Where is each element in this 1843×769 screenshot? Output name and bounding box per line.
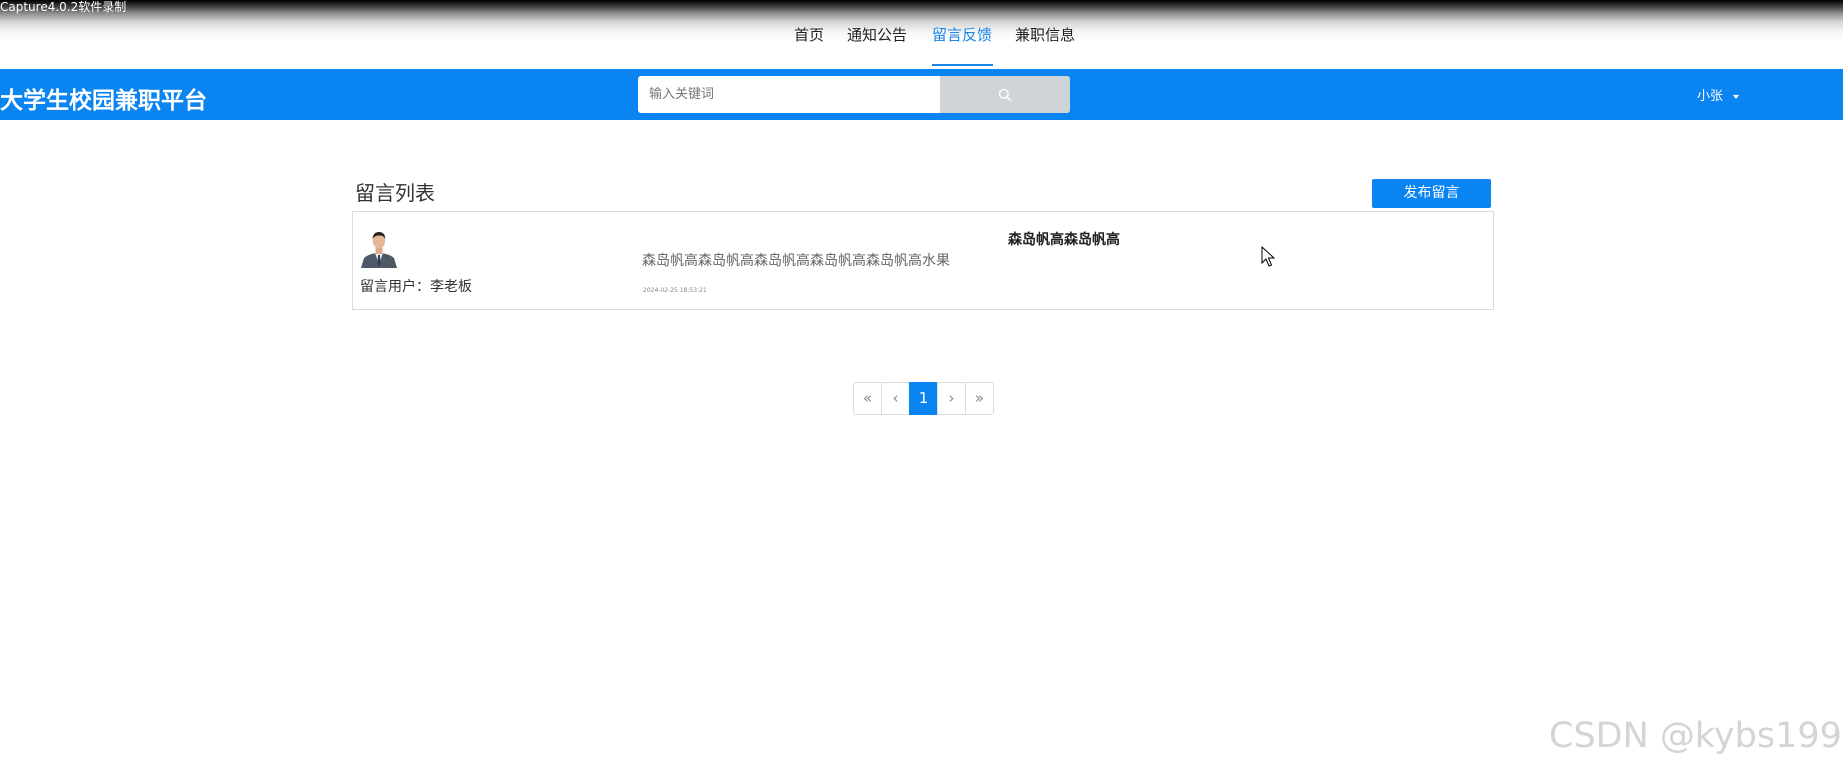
search-button[interactable] (940, 76, 1070, 113)
message-content: 森岛帆高森岛帆高森岛帆高森岛帆高森岛帆高水果 (642, 253, 950, 269)
nav-item-feedback[interactable]: 留言反馈 (932, 24, 992, 45)
user-avatar-photo (359, 228, 399, 268)
user-name: 小张 (1697, 89, 1724, 104)
nav-active-indicator (932, 64, 993, 66)
nav-item-notices[interactable]: 通知公告 (847, 24, 907, 45)
pagination: « ‹ 1 › » (853, 382, 994, 415)
message-title: 森岛帆高森岛帆高 (1008, 232, 1120, 248)
nav-item-parttime[interactable]: 兼职信息 (1015, 24, 1075, 45)
top-header: Capture4.0.2软件录制 首页 通知公告 留言反馈 兼职信息 (0, 0, 1843, 69)
caret-down-icon (1733, 94, 1740, 99)
search-icon (998, 88, 1012, 102)
current-page-button[interactable]: 1 (909, 382, 938, 415)
nav-item-home[interactable]: 首页 (794, 24, 824, 45)
site-title: 大学生校园兼职平台 (0, 88, 207, 114)
next-page-button[interactable]: › (937, 382, 966, 415)
message-card: 留言用户：李老板 森岛帆高森岛帆高 森岛帆高森岛帆高森岛帆高森岛帆高森岛帆高水果… (352, 211, 1494, 310)
mouse-pointer-icon (1261, 246, 1275, 267)
message-timestamp: 2024-02-25 18:53:21 (643, 287, 707, 294)
last-page-button[interactable]: » (965, 382, 994, 415)
publish-message-button[interactable]: 发布留言 (1372, 179, 1491, 208)
avatar (359, 228, 399, 268)
csdn-watermark: CSDN @kybs1991 (1549, 716, 1843, 756)
capture-watermark-label: Capture4.0.2软件录制 (0, 0, 127, 14)
brand-bar: 大学生校园兼职平台 小张 (0, 69, 1843, 120)
message-user: 留言用户：李老板 (360, 279, 472, 295)
first-page-button[interactable]: « (853, 382, 882, 415)
main-nav: 首页 通知公告 留言反馈 兼职信息 (0, 14, 1843, 69)
search-input[interactable] (638, 76, 940, 113)
user-menu[interactable]: 小张 (1697, 85, 1740, 104)
prev-page-button[interactable]: ‹ (881, 382, 910, 415)
page-title: 留言列表 (355, 181, 435, 205)
